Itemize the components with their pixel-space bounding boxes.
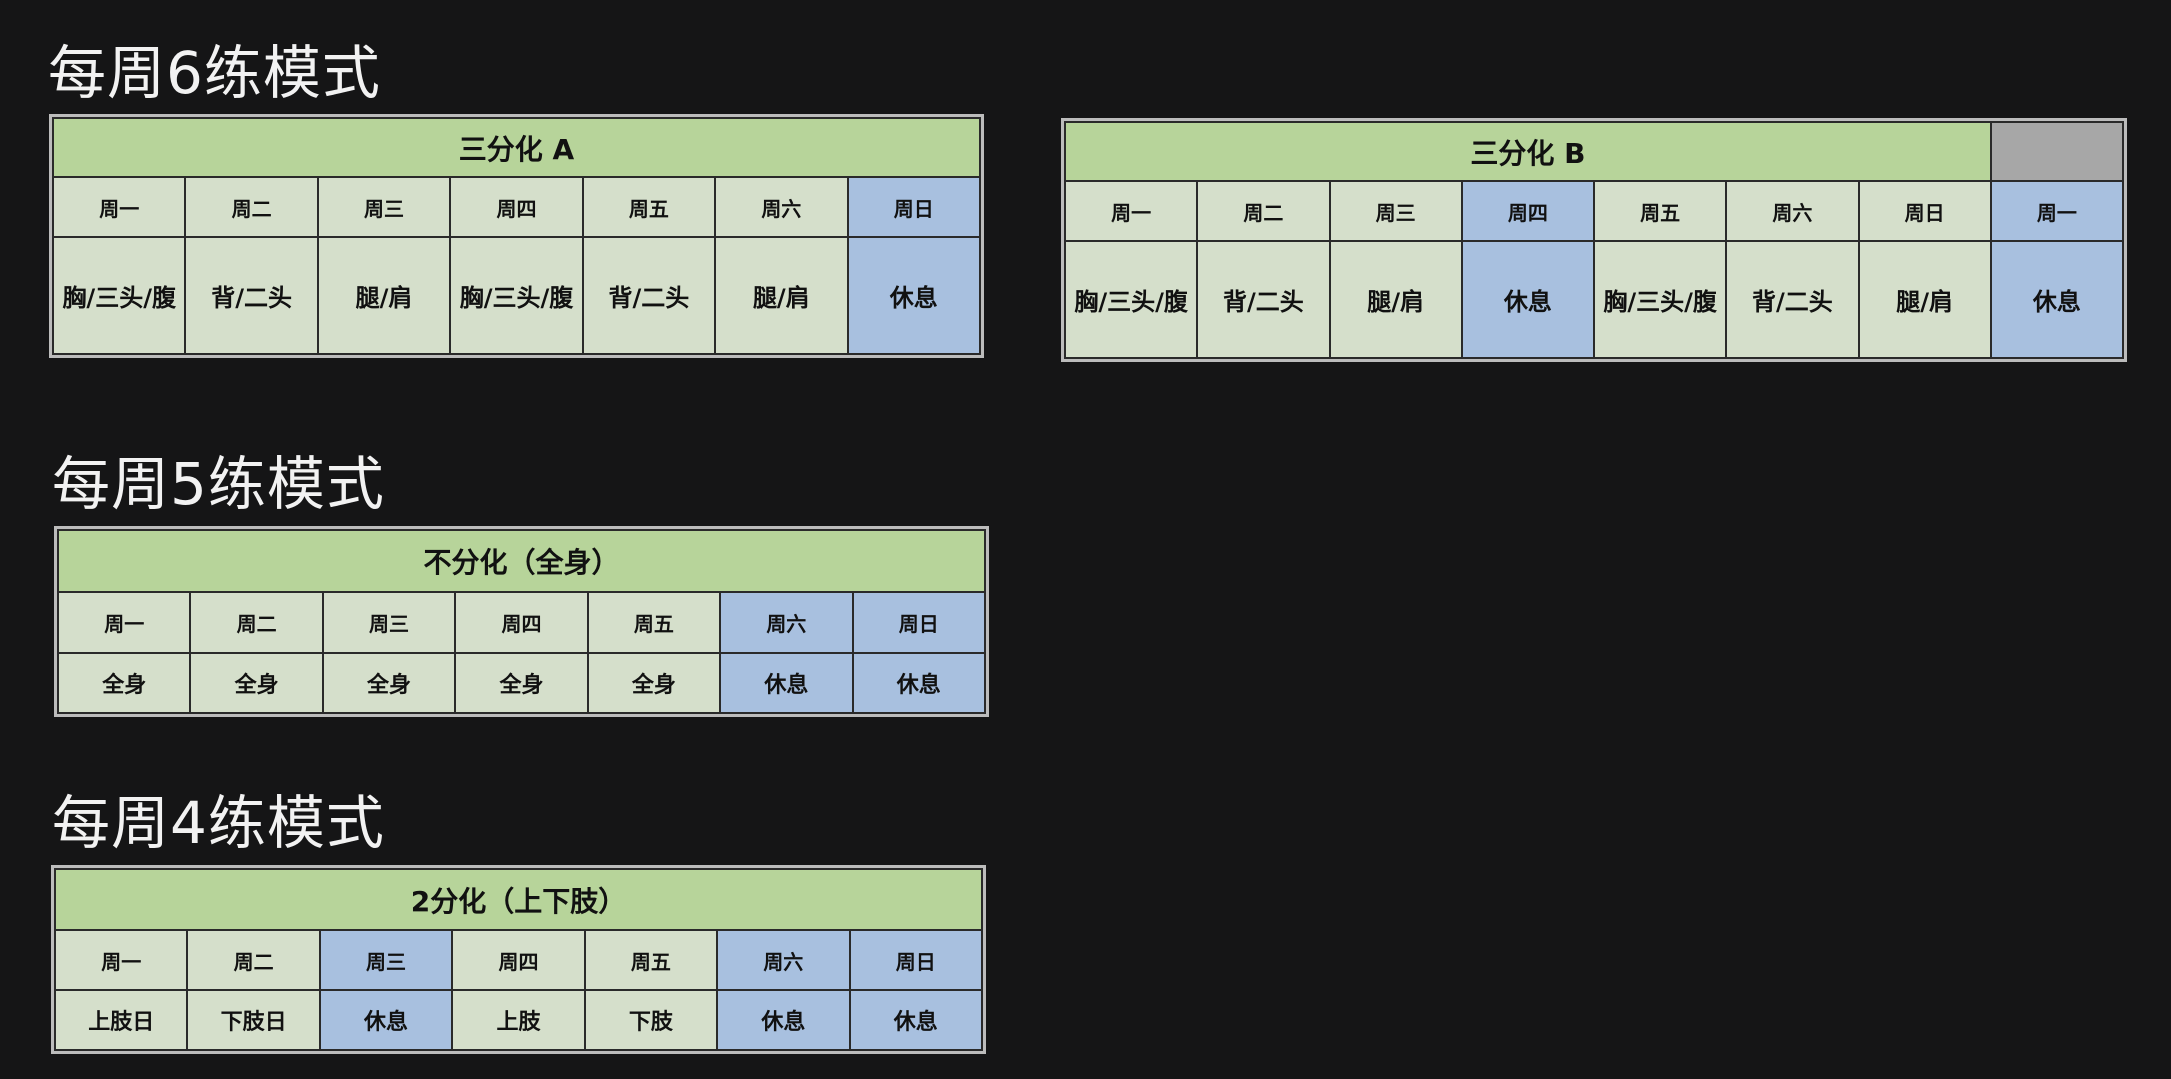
- plan-cell: 背/二头: [184, 236, 319, 355]
- day-cell: 周三: [1328, 180, 1463, 242]
- plan-cell: 胸/三头/腹: [449, 236, 584, 355]
- rest-plan-cell: 休息: [1460, 240, 1596, 359]
- plan-cell: 下肢日: [186, 989, 321, 1051]
- plan-cell: 腿/肩: [1857, 240, 1992, 359]
- plan-cell: 腿/肩: [1328, 240, 1463, 359]
- day-cell: 周四: [451, 929, 586, 991]
- plan-cell: 胸/三头/腹: [51, 236, 187, 355]
- day-cell: 周二: [189, 591, 324, 654]
- rest-plan-cell: 休息: [719, 652, 854, 714]
- plan-cell: 全身: [56, 652, 192, 714]
- rest-day-cell: 周一: [1989, 180, 2125, 242]
- rest-plan-cell: 休息: [318, 989, 454, 1051]
- split-b-table: 三分化 B 周一 周二 周三 周四 周五 周六 周日 周一 胸/三头/腹 背/二…: [1061, 118, 2127, 362]
- day-cell: 周六: [714, 176, 849, 238]
- day-cell: 周五: [583, 929, 719, 991]
- rest-plan-cell: 休息: [846, 236, 982, 355]
- table-header: 2分化（上下肢）: [54, 868, 983, 931]
- table-header: 三分化 A: [52, 117, 981, 178]
- day-cell: 周一: [1063, 180, 1199, 242]
- day-cell: 周五: [581, 176, 717, 238]
- rest-day-cell: 周日: [848, 929, 984, 991]
- plan-cell: 全身: [454, 652, 589, 714]
- day-cell: 周一: [53, 929, 189, 991]
- section-title-5: 每周5练模式: [52, 450, 385, 518]
- day-cell: 周六: [1725, 180, 1860, 242]
- rest-plan-cell: 休息: [716, 989, 851, 1051]
- rest-day-cell: 周日: [851, 591, 987, 654]
- day-cell: 周一: [51, 176, 187, 238]
- plan-cell: 下肢: [583, 989, 719, 1051]
- plan-cell: 上肢: [451, 989, 586, 1051]
- day-cell: 周四: [449, 176, 584, 238]
- upper-lower-table: 2分化（上下肢） 周一 周二 周三 周四 周五 周六 周日 上肢日 下肢日 休息…: [51, 865, 986, 1054]
- section-title-4: 每周4练模式: [52, 789, 385, 857]
- plan-cell: 背/二头: [1196, 240, 1331, 359]
- day-cell: 周二: [184, 176, 319, 238]
- plan-cell: 胸/三头/腹: [1592, 240, 1728, 359]
- plan-cell: 胸/三头/腹: [1063, 240, 1199, 359]
- full-body-table: 不分化（全身） 周一 周二 周三 周四 周五 周六 周日 全身 全身 全身 全身…: [54, 526, 989, 717]
- day-cell: 周四: [454, 591, 589, 654]
- day-cell: 周一: [56, 591, 192, 654]
- day-cell: 周日: [1857, 180, 1992, 242]
- plan-cell: 腿/肩: [316, 236, 452, 355]
- section-title-6: 每周6练模式: [48, 39, 381, 107]
- rest-plan-cell: 休息: [851, 652, 987, 714]
- rest-plan-cell: 休息: [848, 989, 984, 1051]
- day-cell: 周五: [586, 591, 722, 654]
- day-cell: 周三: [316, 176, 452, 238]
- rest-day-cell: 周日: [846, 176, 982, 238]
- rest-day-cell: 周六: [716, 929, 851, 991]
- rest-day-cell: 周六: [719, 591, 854, 654]
- table-header: 不分化（全身）: [57, 529, 986, 593]
- day-cell: 周二: [1196, 180, 1331, 242]
- plan-cell: 腿/肩: [714, 236, 849, 355]
- day-cell: 周五: [1592, 180, 1728, 242]
- plan-cell: 背/二头: [581, 236, 717, 355]
- plan-cell: 背/二头: [1725, 240, 1860, 359]
- plan-cell: 全身: [321, 652, 457, 714]
- day-cell: 周二: [186, 929, 321, 991]
- rest-day-cell: 周三: [318, 929, 454, 991]
- empty-cell: [1989, 121, 2125, 182]
- table-header: 三分化 B: [1064, 121, 1992, 182]
- split-a-table: 三分化 A 周一 周二 周三 周四 周五 周六 周日 胸/三头/腹 背/二头 腿…: [49, 114, 984, 358]
- plan-cell: 上肢日: [53, 989, 189, 1051]
- rest-day-cell: 周四: [1460, 180, 1596, 242]
- plan-cell: 全身: [189, 652, 324, 714]
- day-cell: 周三: [321, 591, 457, 654]
- rest-plan-cell: 休息: [1989, 240, 2125, 359]
- plan-cell: 全身: [586, 652, 722, 714]
